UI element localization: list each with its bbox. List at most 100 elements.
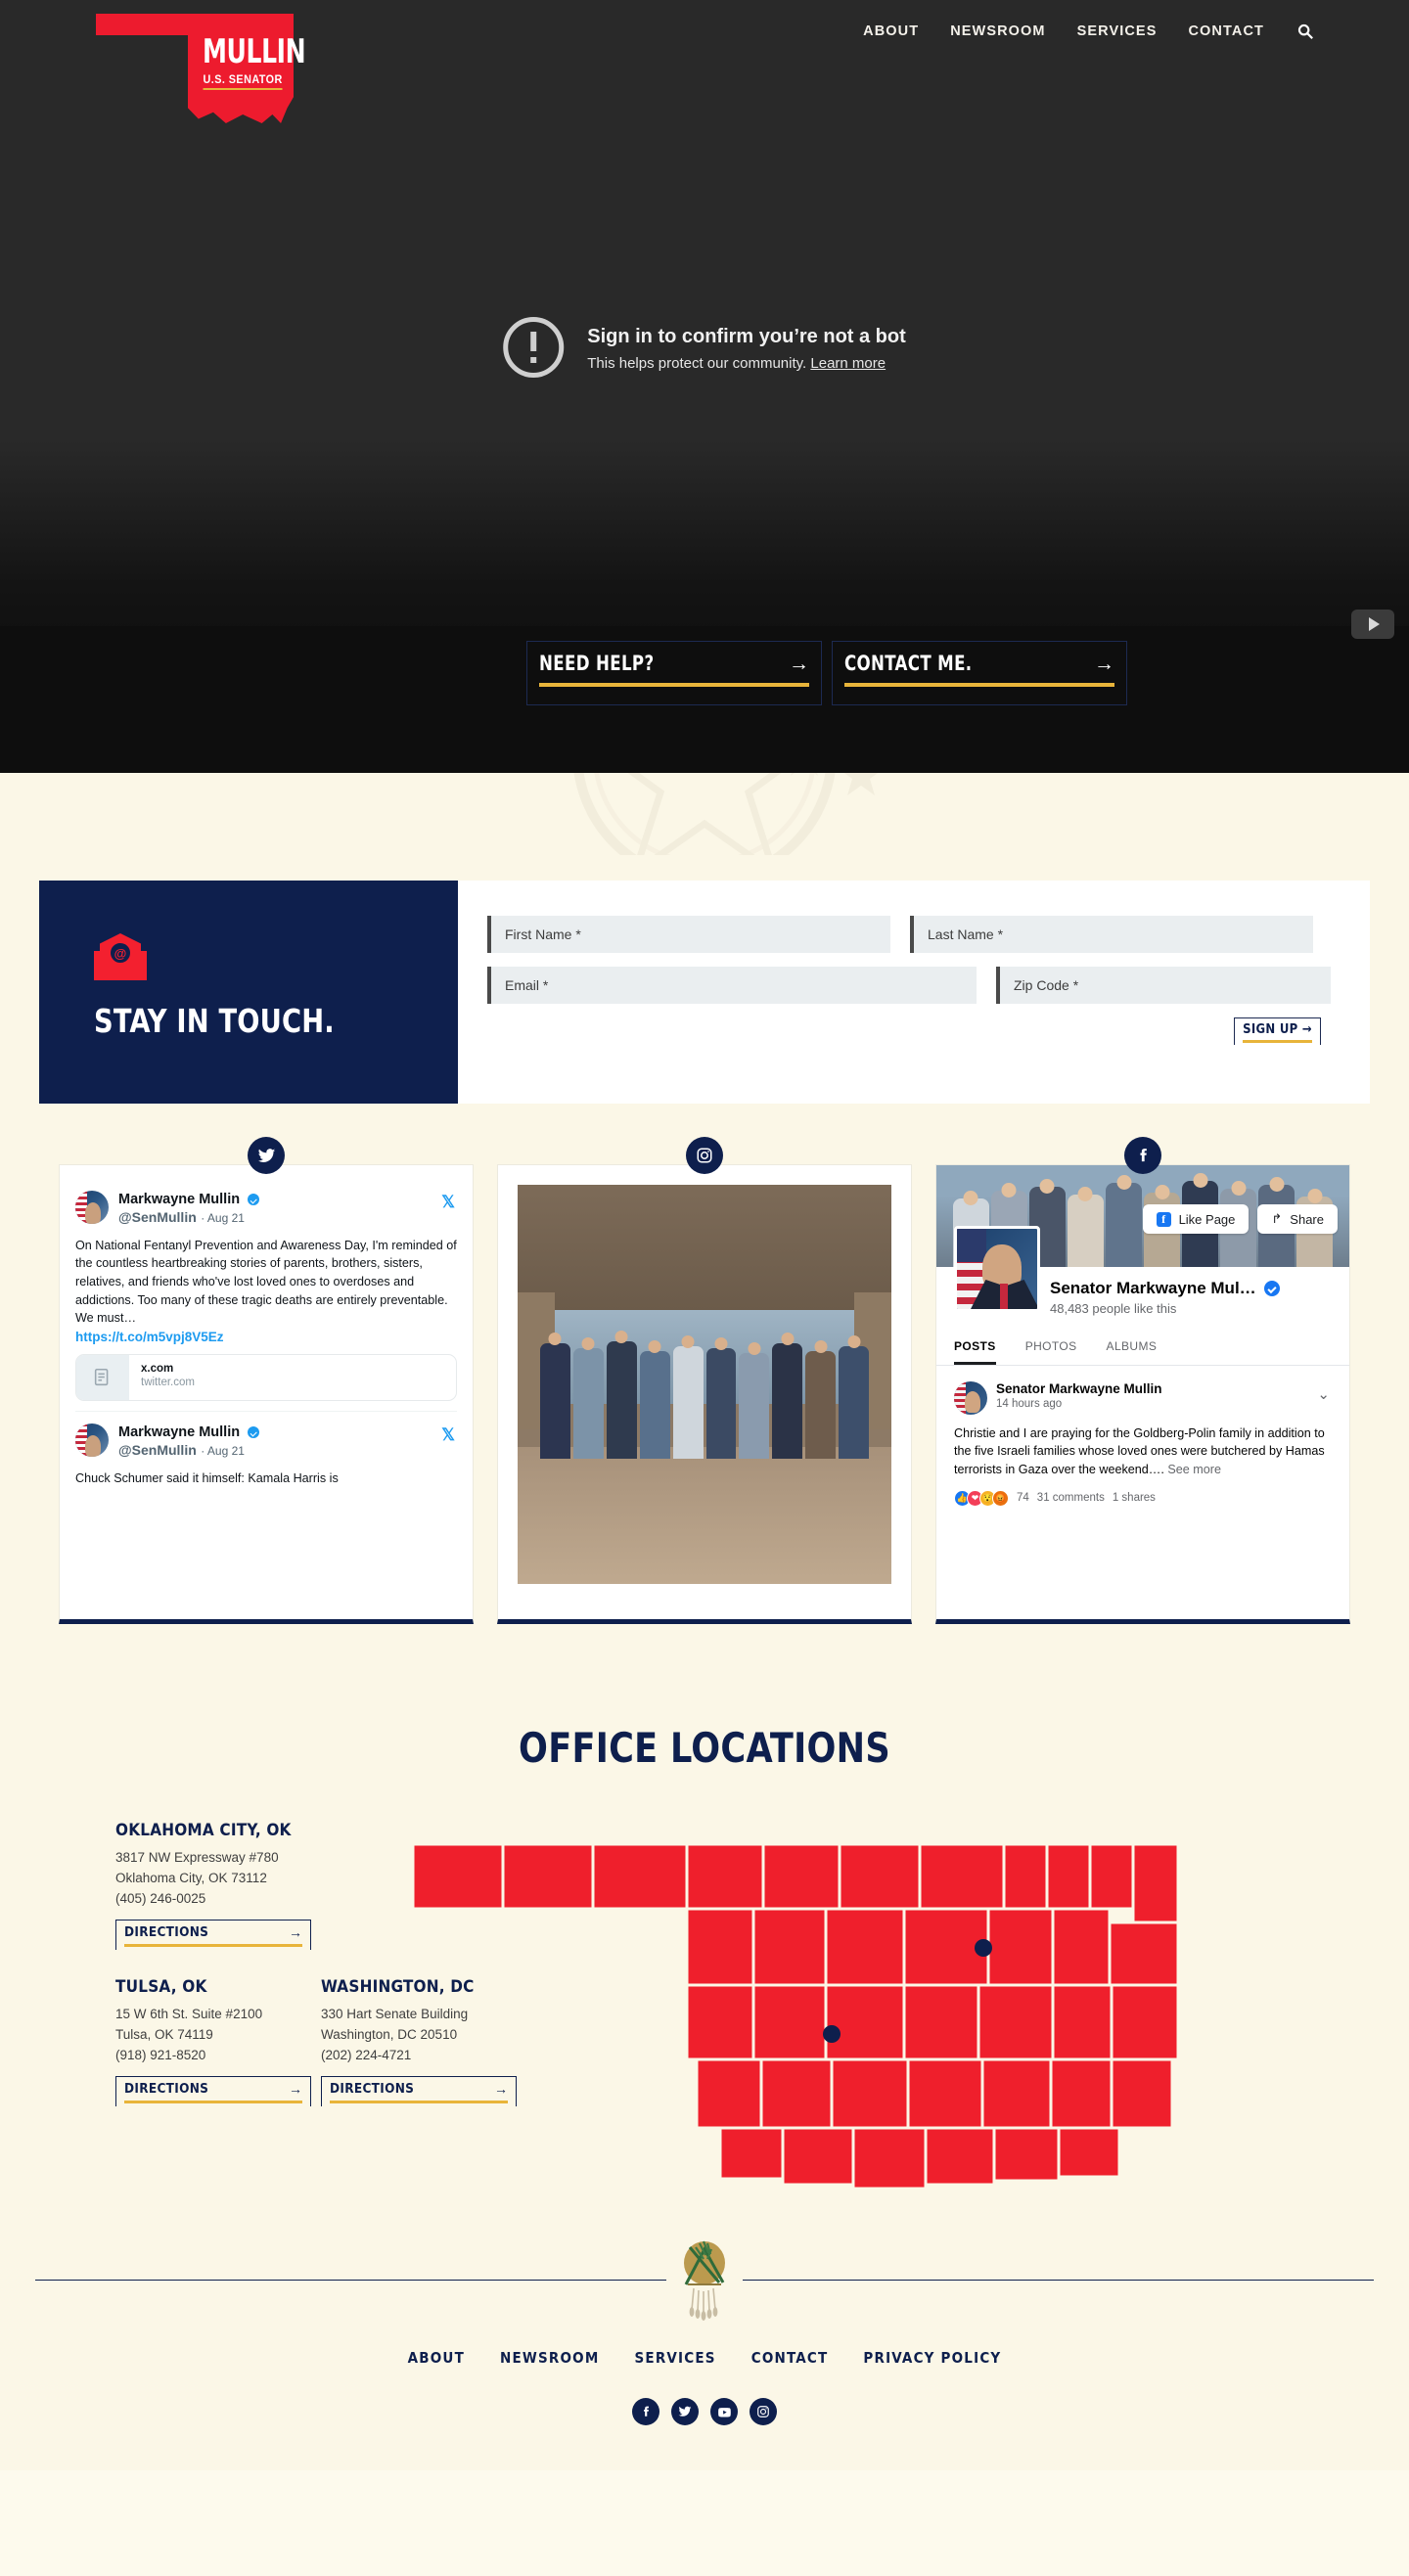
twitter-icon[interactable]	[248, 1137, 285, 1174]
facebook-icon[interactable]	[632, 2398, 659, 2425]
footer-divider	[0, 2237, 1409, 2322]
nav-item-about[interactable]: ABOUT	[863, 23, 919, 39]
tab-albums[interactable]: ALBUMS	[1107, 1339, 1158, 1365]
share-count[interactable]: 1 shares	[1113, 1492, 1156, 1504]
office-name: OKLAHOMA CITY, OK	[115, 1821, 292, 1840]
footer-link-newsroom[interactable]: NEWSROOM	[500, 2349, 600, 2367]
arrow-right-icon: →	[1094, 652, 1114, 675]
bot-verification-notice: Sign in to confirm you’re not a bot This…	[503, 317, 906, 378]
learn-more-link[interactable]: Learn more	[810, 355, 886, 372]
facebook-page-name: Senator Markwayne Mul…	[1050, 1279, 1256, 1297]
signup-section: @ STAY IN TOUCH. First Name * Last Name …	[0, 855, 1409, 1104]
search-icon[interactable]	[1295, 22, 1315, 41]
facebook-feed-column: f Like Page ↱ Share Senator Markwayne Mu…	[935, 1137, 1350, 1624]
alert-icon	[503, 317, 565, 378]
tweet-link[interactable]: https://t.co/m5vpj8V5Ez	[75, 1330, 457, 1344]
tweet-link-preview[interactable]: x.com twitter.com	[75, 1353, 457, 1401]
bot-notice-subtitle-text: This helps protect our community.	[587, 354, 807, 372]
last-name-input[interactable]: Last Name *	[910, 916, 1313, 953]
x-logo-icon[interactable]: 𝕏	[441, 1425, 455, 1445]
site-footer: ABOUT NEWSROOM SERVICES CONTACT PRIVACY …	[0, 2192, 1409, 2470]
bot-notice-subtitle: This helps protect our community. Learn …	[587, 355, 906, 372]
share-label: Share	[1290, 1211, 1324, 1227]
footer-link-contact[interactable]: CONTACT	[751, 2349, 829, 2367]
oklahoma-map[interactable]	[411, 1829, 1184, 2200]
tab-posts[interactable]: POSTS	[954, 1339, 996, 1365]
signup-form: First Name * Last Name * Email * Zip Cod…	[458, 881, 1370, 1104]
contact-me-button[interactable]: CONTACT ME. →	[832, 641, 1127, 705]
office-phone[interactable]: (918) 921-8520	[115, 2046, 341, 2066]
office-address-line2: Oklahoma City, OK 73112	[115, 1870, 267, 1885]
share-button[interactable]: ↱ Share	[1257, 1204, 1338, 1234]
tweet-author-handle: @SenMullin	[118, 1441, 197, 1458]
office-phone[interactable]: (405) 246-0025	[115, 1889, 341, 1910]
office-oklahoma-city: OKLAHOMA CITY, OK 3817 NW Expressway #78…	[115, 1821, 341, 1950]
directions-label: DIRECTIONS	[330, 2080, 415, 2097]
tab-photos[interactable]: PHOTOS	[1025, 1339, 1077, 1365]
instagram-icon[interactable]	[750, 2398, 777, 2425]
youtube-icon[interactable]	[710, 2398, 738, 2425]
instagram-photo[interactable]	[518, 1185, 891, 1584]
state-seal-watermark-icon	[573, 773, 879, 855]
tweet-author-handle: @SenMullin	[118, 1208, 197, 1225]
post-timestamp: 14 hours ago	[996, 1398, 1063, 1410]
verified-badge-icon	[1263, 1281, 1280, 1296]
directions-label: DIRECTIONS	[124, 1923, 209, 1940]
facebook-profile-header: Senator Markwayne Mul… 48,483 people lik…	[936, 1226, 1349, 1332]
footer-link-services[interactable]: SERVICES	[634, 2349, 715, 2367]
facebook-f-icon: f	[1156, 1211, 1171, 1227]
like-page-label: Like Page	[1178, 1211, 1236, 1227]
tweet-date: · Aug 21	[201, 1210, 245, 1225]
nav-item-services[interactable]: SERVICES	[1077, 23, 1158, 39]
footer-link-about[interactable]: ABOUT	[408, 2349, 465, 2367]
directions-label: DIRECTIONS	[124, 2080, 209, 2097]
arrow-right-icon: →	[289, 2080, 302, 2097]
facebook-icon[interactable]	[1124, 1137, 1161, 1174]
signup-left-panel: @ STAY IN TOUCH.	[39, 881, 458, 1104]
email-envelope-icon: @	[94, 933, 147, 980]
tweet-item[interactable]: Markwayne Mullin @SenMullin · Aug 21 𝕏	[75, 1412, 457, 1497]
sign-up-label: SIGN UP →	[1243, 1022, 1312, 1037]
angry-reaction-icon: 😡	[992, 1489, 1009, 1507]
avatar	[75, 1423, 109, 1457]
footer-link-privacy-policy[interactable]: PRIVACY POLICY	[863, 2349, 1001, 2367]
top-navigation: MULLIN U.S. SENATOR ABOUT NEWSROOM SERVI…	[0, 0, 1409, 123]
instagram-card[interactable]	[497, 1164, 912, 1624]
first-name-input[interactable]: First Name *	[487, 916, 890, 953]
site-header: Sign in to confirm you’re not a bot This…	[0, 0, 1409, 773]
tweet-item[interactable]: Markwayne Mullin @SenMullin · Aug 21 𝕏	[75, 1179, 457, 1412]
tweet-date: · Aug 21	[201, 1443, 245, 1458]
need-help-button[interactable]: NEED HELP? →	[526, 641, 822, 705]
hero-cta-buttons: NEED HELP? → CONTACT ME. →	[526, 641, 1127, 705]
need-help-label: NEED HELP?	[539, 652, 655, 675]
email-input[interactable]: Email *	[487, 967, 977, 1004]
sign-up-button[interactable]: SIGN UP →	[1234, 1017, 1321, 1045]
seal-watermark-strip	[0, 773, 1409, 855]
youtube-play-icon[interactable]	[1351, 610, 1394, 639]
chevron-down-icon[interactable]: ⌄	[1317, 1385, 1330, 1403]
twitter-icon[interactable]	[671, 2398, 699, 2425]
arrow-right-icon: →	[789, 652, 809, 675]
site-logo[interactable]: MULLIN U.S. SENATOR	[96, 8, 306, 125]
directions-button[interactable]: DIRECTIONS →	[115, 2075, 311, 2106]
see-more-link[interactable]: See more	[1167, 1463, 1221, 1476]
twitter-feed-column: Markwayne Mullin @SenMullin · Aug 21 𝕏 O…	[59, 1137, 474, 1624]
directions-button[interactable]: DIRECTIONS →	[115, 1919, 311, 1950]
comment-count[interactable]: 31 comments	[1037, 1492, 1105, 1504]
signup-title: STAY IN TOUCH.	[94, 1002, 335, 1040]
like-page-button[interactable]: f Like Page	[1142, 1204, 1250, 1234]
reaction-icons: 👍 ❤ 😯 😡	[954, 1489, 1009, 1507]
primary-nav-links: ABOUT NEWSROOM SERVICES CONTACT	[863, 22, 1315, 41]
office-address-line2: Tulsa, OK 74119	[115, 2026, 213, 2042]
office-name: TULSA, OK	[115, 1977, 207, 1997]
x-logo-icon[interactable]: 𝕏	[441, 1193, 455, 1212]
instagram-icon[interactable]	[686, 1137, 723, 1174]
oklahoma-shape-panhandle	[96, 14, 202, 35]
facebook-post: Senator Markwayne Mullin 14 hours ago ⌄ …	[936, 1366, 1349, 1507]
footer-social-links	[0, 2398, 1409, 2425]
nav-item-contact[interactable]: CONTACT	[1188, 23, 1264, 39]
office-locations-section: OFFICE LOCATIONS OKLAHOMA CITY, OK 3817 …	[0, 1663, 1409, 2192]
nav-item-newsroom[interactable]: NEWSROOM	[950, 23, 1045, 39]
post-body-text: Christie and I are praying for the Goldb…	[954, 1426, 1325, 1476]
zip-code-input[interactable]: Zip Code *	[996, 967, 1331, 1004]
